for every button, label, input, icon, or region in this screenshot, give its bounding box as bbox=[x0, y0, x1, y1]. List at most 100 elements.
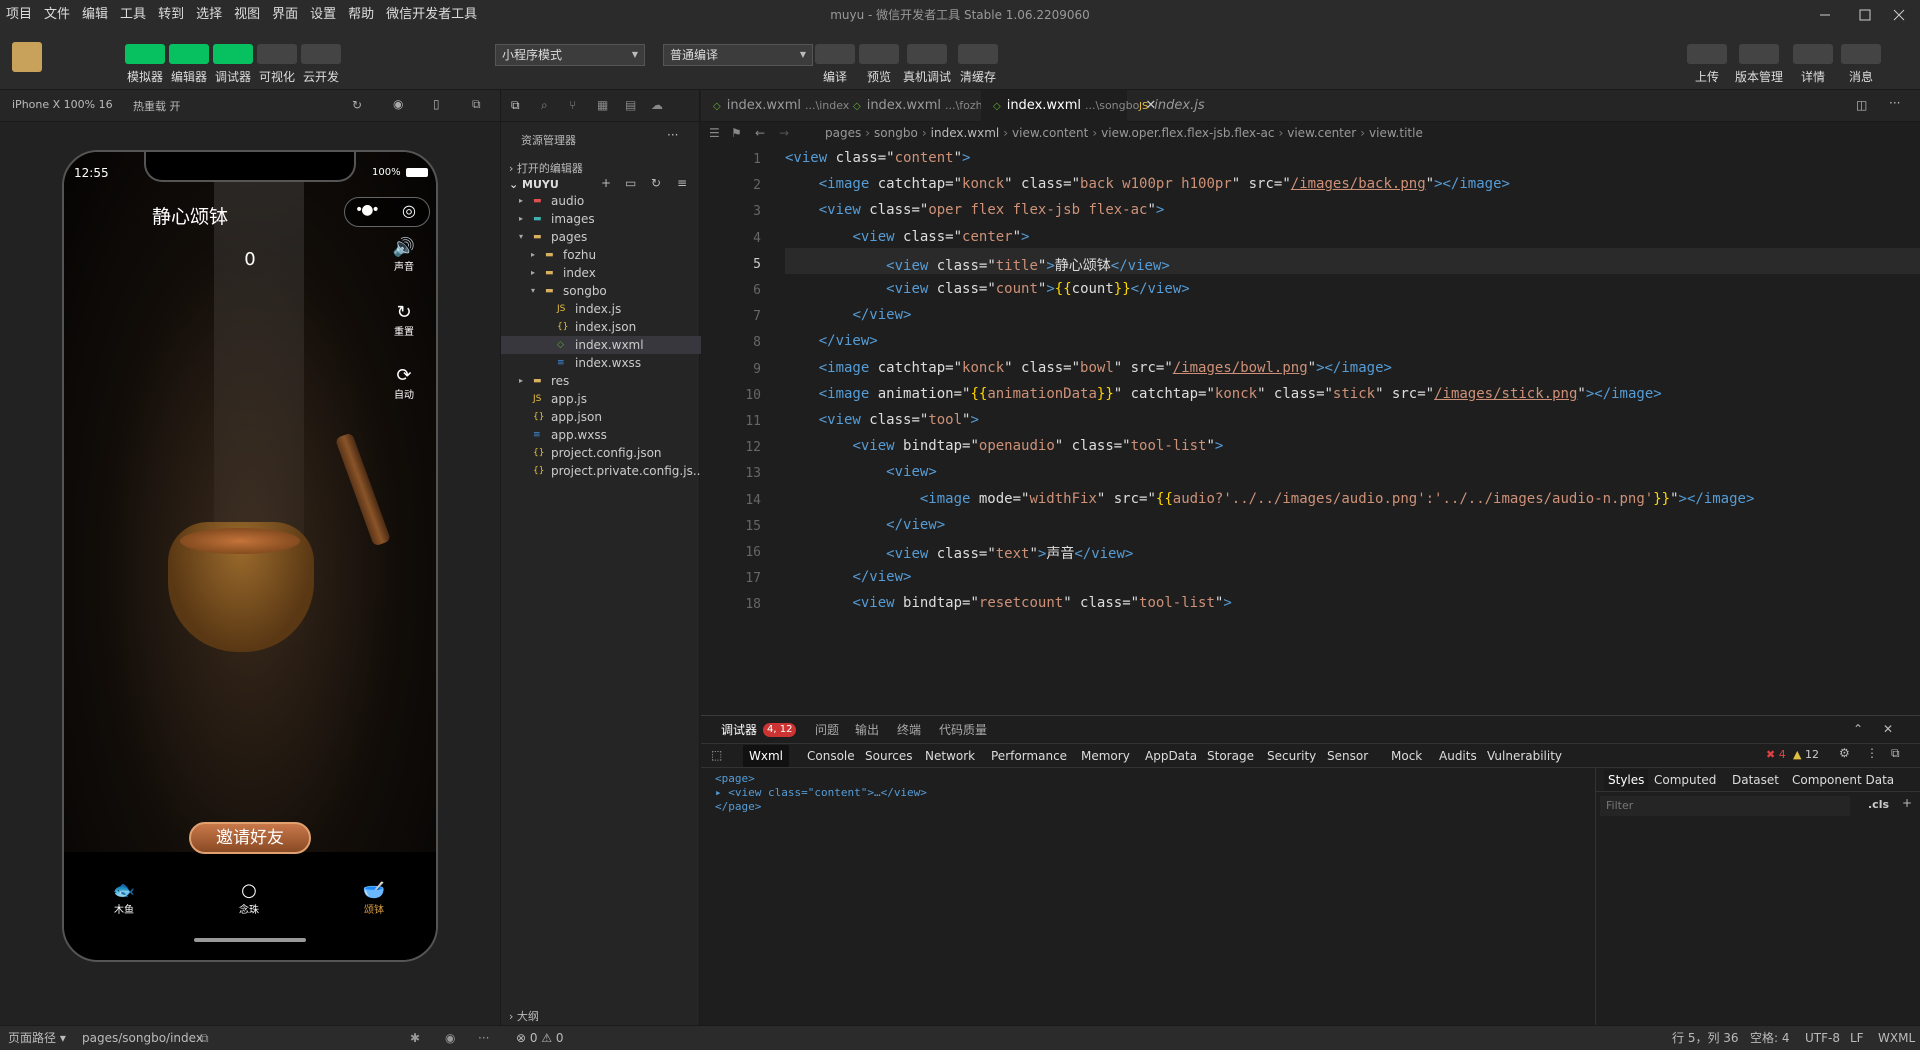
editor-more-icon[interactable]: ··· bbox=[1889, 96, 1900, 110]
devtools-tab[interactable]: Mock bbox=[1391, 745, 1422, 767]
indent-setting[interactable]: 空格: 4 bbox=[1750, 1026, 1790, 1050]
settings-icon[interactable]: ⚙ bbox=[1839, 746, 1850, 760]
toolbar-right-1[interactable]: 版本管理 bbox=[1735, 44, 1783, 85]
toolbar-button-1[interactable]: 编辑器 bbox=[166, 44, 212, 85]
editor-tab[interactable]: JS index.js bbox=[1127, 90, 1227, 122]
collapse-panel-icon[interactable]: ⌃ bbox=[1853, 722, 1863, 736]
tree-item[interactable]: ≡ app.wxss bbox=[501, 426, 701, 444]
back-icon[interactable]: ← bbox=[755, 122, 765, 144]
devtools-tab[interactable]: Console bbox=[807, 745, 855, 767]
list-icon[interactable]: ☰ bbox=[709, 122, 720, 144]
project-section[interactable]: ⌄ MUYU bbox=[509, 178, 559, 191]
cls-toggle[interactable]: .cls bbox=[1868, 798, 1889, 811]
devtools-more-icon[interactable]: ⋮ bbox=[1866, 746, 1878, 760]
devtools-tab[interactable]: Network bbox=[925, 745, 975, 767]
styles-tab[interactable]: Computed bbox=[1654, 769, 1716, 791]
styles-tab[interactable]: Dataset bbox=[1732, 769, 1779, 791]
tree-item[interactable]: JS index.js bbox=[501, 300, 701, 318]
tree-item[interactable]: {} app.json bbox=[501, 408, 701, 426]
code-line[interactable]: <view class="center"> bbox=[785, 229, 1029, 245]
side-tool-1[interactable]: ↻ 重置 bbox=[384, 302, 424, 338]
tree-item[interactable]: ▾ ▬ pages bbox=[501, 228, 701, 246]
compile-select[interactable]: 普通编译 ▼ bbox=[663, 44, 813, 66]
device-select[interactable]: iPhone X 100% 16 bbox=[12, 98, 113, 111]
menu-item[interactable]: 视图 bbox=[228, 0, 266, 30]
debug-tab[interactable]: 调试器 bbox=[721, 719, 757, 741]
devtools-tab[interactable]: Memory bbox=[1081, 745, 1130, 767]
styles-tab[interactable]: Styles bbox=[1604, 769, 1649, 791]
code-line[interactable]: <image catchtap="konck" class="back w100… bbox=[785, 176, 1510, 192]
toolbar-right-3[interactable]: 消息 bbox=[1838, 44, 1884, 85]
debug-tab[interactable]: 输出 bbox=[855, 719, 879, 741]
wxml-node-view[interactable]: ▸ <view class="content">…</view> bbox=[715, 786, 927, 799]
menu-item[interactable]: 工具 bbox=[114, 0, 152, 30]
encoding[interactable]: UTF-8 bbox=[1805, 1026, 1840, 1050]
devtools-tab[interactable]: Audits bbox=[1439, 745, 1477, 767]
devtools-tab[interactable]: AppData bbox=[1145, 745, 1197, 767]
extensions-icon[interactable]: ▦ bbox=[597, 98, 608, 112]
menu-item[interactable]: 界面 bbox=[266, 0, 304, 30]
outline-section[interactable]: › 大纲 bbox=[509, 1008, 539, 1024]
add-style-icon[interactable]: + bbox=[1902, 796, 1912, 810]
git-icon[interactable]: ⑂ bbox=[569, 98, 576, 112]
code-line[interactable]: </view> bbox=[785, 307, 911, 323]
code-line[interactable]: <image catchtap="konck" class="bowl" src… bbox=[785, 360, 1392, 376]
cursor-position[interactable]: 行 5，列 36 bbox=[1672, 1026, 1739, 1050]
code-line[interactable]: <view> bbox=[785, 464, 937, 480]
tree-item[interactable]: ▸ ▬ fozhu bbox=[501, 246, 701, 264]
editor-tab[interactable]: ◇ index.wxml ...\songbo ✕ bbox=[981, 90, 1156, 122]
popout-icon[interactable]: ⧉ bbox=[472, 97, 481, 112]
code-line[interactable]: <view class="count">{{count}}</view> bbox=[785, 281, 1190, 297]
bug-icon[interactable]: ✱ bbox=[410, 1026, 420, 1050]
toolbar-action-2[interactable]: 真机调试 bbox=[903, 44, 951, 85]
debug-tab[interactable]: 代码质量 bbox=[939, 719, 987, 741]
forward-icon[interactable]: → bbox=[779, 122, 789, 144]
breadcrumb-item[interactable]: view.oper.flex.flex-jsb.flex-ac bbox=[1101, 122, 1274, 144]
toolbar-right-0[interactable]: 上传 bbox=[1684, 44, 1730, 85]
toolbar-right-2[interactable]: 详情 bbox=[1790, 44, 1836, 85]
rotate-icon[interactable]: ↻ bbox=[352, 98, 362, 112]
code-area[interactable]: 1 <view class="content"> 2 <image catchtap… bbox=[701, 144, 1920, 715]
code-line[interactable]: <image mode="widthFix" src="{{audio?'../… bbox=[785, 491, 1755, 507]
tree-item[interactable]: {} index.json bbox=[501, 318, 701, 336]
debug-tab[interactable]: 问题 bbox=[815, 719, 839, 741]
menu-item[interactable]: 文件 bbox=[38, 0, 76, 30]
storage-icon[interactable]: ▤ bbox=[625, 98, 636, 112]
code-line[interactable]: <view class="title">静心颂钵</view> bbox=[785, 255, 1170, 275]
record-icon[interactable]: ◉ bbox=[393, 97, 403, 111]
code-line[interactable]: <view class="oper flex flex-jsb flex-ac"… bbox=[785, 202, 1165, 218]
tabbar-item-2[interactable]: 🥣 颂钵 bbox=[354, 880, 394, 916]
menu-item[interactable]: 微信开发者工具 bbox=[380, 0, 483, 30]
explorer-more-icon[interactable]: ··· bbox=[667, 128, 678, 142]
language-mode[interactable]: WXML bbox=[1878, 1026, 1915, 1050]
code-line[interactable]: <image animation="{{animationData}}" cat… bbox=[785, 386, 1662, 402]
breadcrumb-item[interactable]: songbo bbox=[874, 122, 918, 144]
status-more-icon[interactable]: ··· bbox=[478, 1026, 489, 1050]
copy-icon[interactable]: ⧉ bbox=[200, 1026, 209, 1050]
tree-item[interactable]: ▾ ▬ songbo bbox=[501, 282, 701, 300]
tree-item[interactable]: JS app.js bbox=[501, 390, 701, 408]
toolbar-button-2[interactable]: 调试器 bbox=[210, 44, 256, 85]
close-mini-icon[interactable]: ◎ bbox=[402, 201, 416, 220]
dock-icon[interactable]: ⧉ bbox=[1891, 746, 1900, 761]
wxml-node-page[interactable]: <page> bbox=[715, 772, 755, 785]
side-tool-0[interactable]: 🔊 声音 bbox=[384, 237, 424, 273]
bookmark-icon[interactable]: ⚑ bbox=[731, 122, 742, 144]
eol[interactable]: LF bbox=[1850, 1026, 1864, 1050]
explorer-files-icon[interactable]: ⧉ bbox=[511, 98, 520, 113]
toolbar-button-4[interactable]: 云开发 bbox=[298, 44, 344, 85]
devtools-tab[interactable]: Performance bbox=[991, 745, 1067, 767]
breadcrumb-item[interactable]: view.title bbox=[1369, 122, 1423, 144]
code-line[interactable]: <view class="text">声音</view> bbox=[785, 543, 1133, 563]
toolbar-action-3[interactable]: 清缓存 bbox=[955, 44, 1001, 85]
menu-item[interactable]: 编辑 bbox=[76, 0, 114, 30]
capsule-menu[interactable]: •●• ◎ bbox=[344, 197, 430, 227]
menu-item[interactable]: 项目 bbox=[0, 0, 38, 30]
problems-count[interactable]: ⊗ 0 ⚠ 0 bbox=[516, 1026, 564, 1050]
devtools-tab[interactable]: Sources bbox=[865, 745, 912, 767]
cloud-icon[interactable]: ☁ bbox=[651, 98, 663, 112]
tree-item[interactable]: ▸ ▬ index bbox=[501, 264, 701, 282]
breadcrumb-item[interactable]: view.center bbox=[1287, 122, 1356, 144]
close-panel-icon[interactable]: ✕ bbox=[1883, 722, 1893, 736]
menu-item[interactable]: 设置 bbox=[304, 0, 342, 30]
